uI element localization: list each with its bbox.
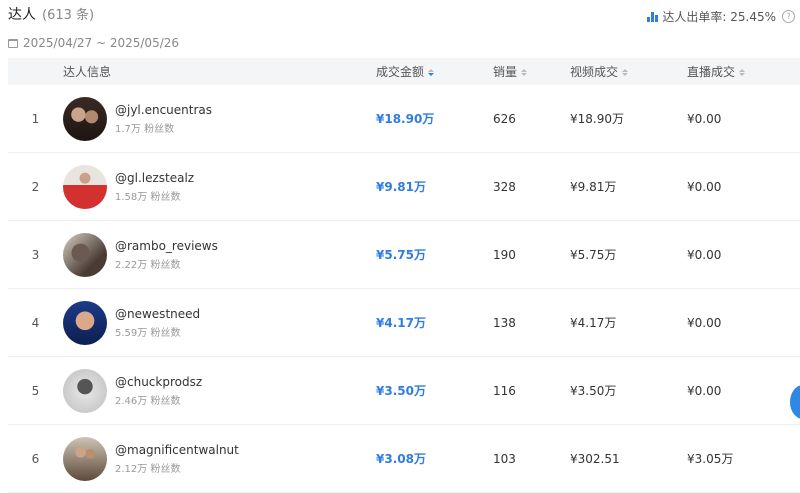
follower-count: 1.58万 粉丝数	[115, 191, 181, 203]
row-index: 6	[31, 451, 40, 466]
creator-info[interactable]: @chuckprodsz 2.46万 粉丝数	[63, 368, 376, 413]
conversion-rate: 达人出单率: 25.45% ?	[647, 8, 795, 25]
table-row[interactable]: 2 @gl.lezstealz 1.58万 粉丝数 ¥9.81万 328 ¥9.8…	[8, 153, 800, 221]
date-range[interactable]: 2025/04/27 ~ 2025/05/26	[8, 36, 179, 50]
follower-count: 1.7万 粉丝数	[115, 123, 175, 135]
creator-info[interactable]: @magnificentwalnut 2.12万 粉丝数	[63, 436, 376, 481]
row-index: 1	[31, 111, 40, 126]
video-value: ¥5.75万	[570, 248, 617, 262]
sales-value: 626	[493, 111, 516, 126]
sort-icon	[739, 69, 746, 76]
sort-live[interactable]: 直播成交	[687, 63, 800, 80]
row-index: 5	[31, 383, 40, 398]
creator-name[interactable]: @magnificentwalnut	[115, 443, 239, 457]
creator-name[interactable]: @chuckprodsz	[115, 375, 202, 389]
live-value: ¥3.05万	[687, 452, 734, 466]
gmv-value: ¥18.90万	[376, 112, 435, 126]
sort-icon	[428, 69, 435, 76]
video-value: ¥302.51	[570, 451, 620, 466]
live-value: ¥0.00	[687, 383, 722, 398]
sort-video[interactable]: 视频成交	[570, 63, 687, 80]
creator-info[interactable]: @gl.lezstealz 1.58万 粉丝数	[63, 164, 376, 209]
table-row[interactable]: 1 @jyl.encuentras 1.7万 粉丝数 ¥18.90万 626 ¥1…	[8, 85, 800, 153]
row-index: 3	[31, 247, 40, 262]
sales-value: 328	[493, 179, 516, 194]
bar-chart-icon	[647, 11, 659, 22]
sort-icon	[521, 69, 528, 76]
creator-info[interactable]: @jyl.encuentras 1.7万 粉丝数	[63, 96, 376, 141]
avatar[interactable]	[63, 300, 107, 345]
follower-count: 2.22万 粉丝数	[115, 259, 181, 271]
row-index: 4	[31, 315, 40, 330]
video-value: ¥3.50万	[570, 384, 617, 398]
live-value: ¥0.00	[687, 179, 722, 194]
sort-sales[interactable]: 销量	[493, 63, 570, 80]
gmv-value: ¥9.81万	[376, 180, 426, 194]
gmv-value: ¥4.17万	[376, 316, 426, 330]
avatar[interactable]	[63, 232, 107, 277]
table-row[interactable]: 5 @chuckprodsz 2.46万 粉丝数 ¥3.50万 116 ¥3.50…	[8, 357, 800, 425]
avatar[interactable]	[63, 96, 107, 141]
result-count: (613 条)	[42, 8, 95, 23]
live-value: ¥0.00	[687, 247, 722, 262]
calendar-icon	[8, 38, 18, 48]
video-value: ¥18.90万	[570, 112, 624, 126]
creator-name[interactable]: @newestneed	[115, 307, 200, 321]
live-value: ¥0.00	[687, 111, 722, 126]
creator-table: 达人信息 成交金额 销量 视频成交 直播成交 1 @jyl.encuentras…	[8, 58, 800, 493]
table-header: 达人信息 成交金额 销量 视频成交 直播成交	[8, 58, 800, 85]
avatar[interactable]	[63, 436, 107, 481]
live-value: ¥0.00	[687, 315, 722, 330]
gmv-value: ¥3.50万	[376, 384, 426, 398]
creator-name[interactable]: @rambo_reviews	[115, 239, 218, 253]
creator-name[interactable]: @jyl.encuentras	[115, 103, 212, 117]
page-title: 达人 (613 条)	[8, 7, 95, 23]
sales-value: 116	[493, 383, 516, 398]
conversion-rate-label: 达人出单率: 25.45%	[662, 10, 776, 24]
avatar[interactable]	[63, 164, 107, 209]
video-value: ¥9.81万	[570, 180, 617, 194]
gmv-value: ¥3.08万	[376, 452, 426, 466]
sort-icon	[622, 69, 629, 76]
help-icon[interactable]: ?	[782, 10, 795, 23]
creator-info[interactable]: @newestneed 5.59万 粉丝数	[63, 300, 376, 345]
sales-value: 138	[493, 315, 516, 330]
sales-value: 190	[493, 247, 516, 262]
header-info: 达人信息	[63, 65, 112, 79]
table-row[interactable]: 4 @newestneed 5.59万 粉丝数 ¥4.17万 138 ¥4.17万…	[8, 289, 800, 357]
date-range-text: 2025/04/27 ~ 2025/05/26	[23, 36, 180, 50]
creator-info[interactable]: @rambo_reviews 2.22万 粉丝数	[63, 232, 376, 277]
avatar[interactable]	[63, 368, 107, 413]
table-row[interactable]: 3 @rambo_reviews 2.22万 粉丝数 ¥5.75万 190 ¥5.…	[8, 221, 800, 289]
title-row: 达人 (613 条) 达人出单率: 25.45% ?	[8, 4, 800, 26]
sales-value: 103	[493, 451, 516, 466]
gmv-value: ¥5.75万	[376, 248, 426, 262]
follower-count: 2.46万 粉丝数	[115, 395, 181, 407]
table-row[interactable]: 6 @magnificentwalnut 2.12万 粉丝数 ¥3.08万 103…	[8, 425, 800, 493]
creator-name[interactable]: @gl.lezstealz	[115, 171, 194, 185]
video-value: ¥4.17万	[570, 316, 617, 330]
follower-count: 5.59万 粉丝数	[115, 327, 181, 339]
follower-count: 2.12万 粉丝数	[115, 463, 181, 475]
sort-gmv[interactable]: 成交金额	[376, 63, 493, 80]
row-index: 2	[31, 179, 40, 194]
